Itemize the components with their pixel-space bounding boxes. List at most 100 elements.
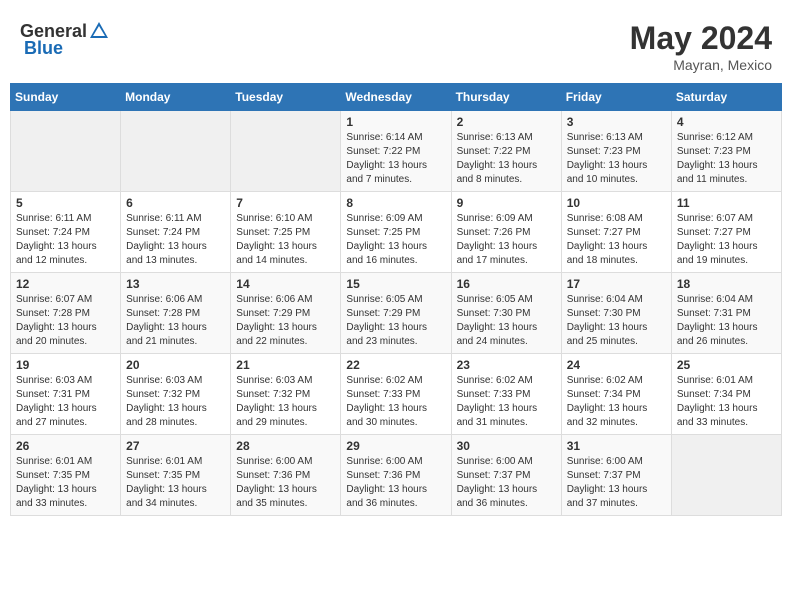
day-number: 7: [236, 196, 335, 210]
cell-info: Sunrise: 6:03 AM: [236, 374, 335, 388]
cell-info: Sunrise: 6:00 AM: [457, 455, 556, 469]
cell-info: Sunrise: 6:02 AM: [567, 374, 666, 388]
cell-info: Daylight: 13 hours and 12 minutes.: [16, 240, 115, 268]
location-subtitle: Mayran, Mexico: [630, 57, 772, 73]
cell-info: Sunrise: 6:10 AM: [236, 212, 335, 226]
cell-info: Sunset: 7:36 PM: [346, 469, 445, 483]
logo: General Blue: [20, 20, 111, 59]
cell-info: Daylight: 13 hours and 35 minutes.: [236, 483, 335, 511]
cell-info: Daylight: 13 hours and 14 minutes.: [236, 240, 335, 268]
day-number: 2: [457, 115, 556, 129]
cell-info: Sunset: 7:33 PM: [457, 388, 556, 402]
day-number: 5: [16, 196, 115, 210]
cell-info: Sunset: 7:28 PM: [126, 307, 225, 321]
cell-info: Daylight: 13 hours and 24 minutes.: [457, 321, 556, 349]
cell-info: Sunset: 7:27 PM: [677, 226, 776, 240]
day-number: 16: [457, 277, 556, 291]
calendar-cell: 31Sunrise: 6:00 AMSunset: 7:37 PMDayligh…: [561, 435, 671, 516]
cell-info: Sunrise: 6:07 AM: [16, 293, 115, 307]
column-header-friday: Friday: [561, 84, 671, 111]
cell-info: Daylight: 13 hours and 13 minutes.: [126, 240, 225, 268]
day-number: 8: [346, 196, 445, 210]
day-number: 9: [457, 196, 556, 210]
cell-info: Daylight: 13 hours and 10 minutes.: [567, 159, 666, 187]
calendar-cell: 4Sunrise: 6:12 AMSunset: 7:23 PMDaylight…: [671, 111, 781, 192]
calendar-cell: 22Sunrise: 6:02 AMSunset: 7:33 PMDayligh…: [341, 354, 451, 435]
column-header-thursday: Thursday: [451, 84, 561, 111]
cell-info: Sunrise: 6:06 AM: [236, 293, 335, 307]
day-number: 25: [677, 358, 776, 372]
cell-info: Sunrise: 6:06 AM: [126, 293, 225, 307]
day-number: 27: [126, 439, 225, 453]
calendar-cell: 8Sunrise: 6:09 AMSunset: 7:25 PMDaylight…: [341, 192, 451, 273]
cell-info: Daylight: 13 hours and 20 minutes.: [16, 321, 115, 349]
cell-info: Daylight: 13 hours and 37 minutes.: [567, 483, 666, 511]
calendar-week-5: 26Sunrise: 6:01 AMSunset: 7:35 PMDayligh…: [11, 435, 782, 516]
month-year-title: May 2024: [630, 20, 772, 57]
day-number: 21: [236, 358, 335, 372]
day-number: 3: [567, 115, 666, 129]
calendar-cell: 29 Sunrise: 6:00 AMSunset: 7:36 PMDayligh…: [341, 435, 451, 516]
calendar-cell: [231, 111, 341, 192]
day-number: 15: [346, 277, 445, 291]
cell-info: Daylight: 13 hours and 28 minutes.: [126, 402, 225, 430]
cell-info: Daylight: 13 hours and 36 minutes.: [346, 483, 445, 511]
cell-info: Sunrise: 6:00 AM: [567, 455, 666, 469]
cell-info: Sunrise: 6:01 AM: [126, 455, 225, 469]
cell-info: Sunset: 7:25 PM: [346, 226, 445, 240]
cell-info: Daylight: 13 hours and 33 minutes.: [677, 402, 776, 430]
calendar-cell: 13Sunrise: 6:06 AMSunset: 7:28 PMDayligh…: [121, 273, 231, 354]
cell-info: Daylight: 13 hours and 17 minutes.: [457, 240, 556, 268]
calendar-table: SundayMondayTuesdayWednesdayThursdayFrid…: [10, 83, 782, 516]
cell-info: Sunset: 7:23 PM: [567, 145, 666, 159]
calendar-cell: 24Sunrise: 6:02 AMSunset: 7:34 PMDayligh…: [561, 354, 671, 435]
cell-info: Sunrise: 6:04 AM: [677, 293, 776, 307]
day-number: 20: [126, 358, 225, 372]
day-number: 14: [236, 277, 335, 291]
cell-info: Daylight: 13 hours and 25 minutes.: [567, 321, 666, 349]
day-number: 10: [567, 196, 666, 210]
cell-info: Sunrise: 6:05 AM: [346, 293, 445, 307]
calendar-cell: 12Sunrise: 6:07 AMSunset: 7:28 PMDayligh…: [11, 273, 121, 354]
cell-info: Daylight: 13 hours and 27 minutes.: [16, 402, 115, 430]
cell-info: Daylight: 13 hours and 8 minutes.: [457, 159, 556, 187]
cell-info: Sunset: 7:35 PM: [16, 469, 115, 483]
cell-info: Daylight: 13 hours and 26 minutes.: [677, 321, 776, 349]
cell-info: Sunset: 7:32 PM: [236, 388, 335, 402]
cell-info: Sunset: 7:27 PM: [567, 226, 666, 240]
cell-info: Sunrise: 6:08 AM: [567, 212, 666, 226]
cell-info: Sunrise: 6:14 AM: [346, 131, 445, 145]
cell-info: Daylight: 13 hours and 23 minutes.: [346, 321, 445, 349]
cell-info: Daylight: 13 hours and 21 minutes.: [126, 321, 225, 349]
cell-info: Sunset: 7:22 PM: [457, 145, 556, 159]
calendar-week-4: 19Sunrise: 6:03 AMSunset: 7:31 PMDayligh…: [11, 354, 782, 435]
column-header-wednesday: Wednesday: [341, 84, 451, 111]
calendar-week-1: 1Sunrise: 6:14 AMSunset: 7:22 PMDaylight…: [11, 111, 782, 192]
cell-info: Daylight: 13 hours and 11 minutes.: [677, 159, 776, 187]
logo-icon: [88, 20, 110, 42]
day-number: 19: [16, 358, 115, 372]
cell-info: Sunrise: 6:00 AM: [236, 455, 335, 469]
column-header-saturday: Saturday: [671, 84, 781, 111]
cell-info: Sunrise: 6:00 AM: [346, 455, 445, 469]
cell-info: Sunset: 7:22 PM: [346, 145, 445, 159]
calendar-week-3: 12Sunrise: 6:07 AMSunset: 7:28 PMDayligh…: [11, 273, 782, 354]
cell-info: Sunset: 7:37 PM: [567, 469, 666, 483]
cell-info: Sunset: 7:31 PM: [16, 388, 115, 402]
cell-info: Sunrise: 6:03 AM: [126, 374, 225, 388]
cell-info: Sunrise: 6:12 AM: [677, 131, 776, 145]
cell-info: Sunrise: 6:09 AM: [457, 212, 556, 226]
day-number: 29: [346, 439, 445, 453]
cell-info: Sunset: 7:37 PM: [457, 469, 556, 483]
cell-info: Sunrise: 6:09 AM: [346, 212, 445, 226]
cell-info: Sunrise: 6:11 AM: [16, 212, 115, 226]
cell-info: Daylight: 13 hours and 33 minutes.: [16, 483, 115, 511]
calendar-cell: [671, 435, 781, 516]
page-header: General Blue May 2024 Mayran, Mexico: [10, 10, 782, 78]
calendar-cell: 15Sunrise: 6:05 AMSunset: 7:29 PMDayligh…: [341, 273, 451, 354]
cell-info: Sunrise: 6:13 AM: [457, 131, 556, 145]
cell-info: Sunset: 7:24 PM: [126, 226, 225, 240]
cell-info: Sunset: 7:30 PM: [567, 307, 666, 321]
calendar-week-2: 5Sunrise: 6:11 AMSunset: 7:24 PMDaylight…: [11, 192, 782, 273]
cell-info: Sunrise: 6:02 AM: [457, 374, 556, 388]
